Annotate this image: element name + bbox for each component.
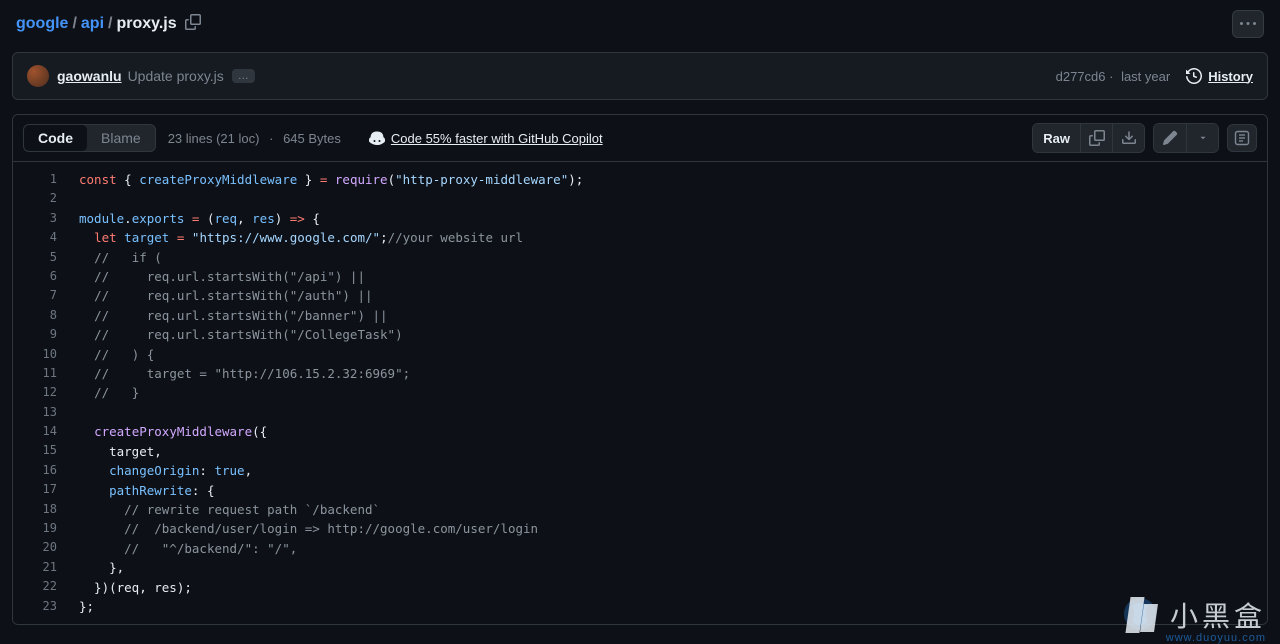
line-number[interactable]: 8	[13, 306, 79, 325]
line-number[interactable]: 11	[13, 364, 79, 383]
commit-sha[interactable]: d277cd6	[1056, 69, 1106, 84]
line-number[interactable]: 3	[13, 209, 79, 228]
code-blame-toggle: Code Blame	[23, 124, 156, 152]
line-number[interactable]: 19	[13, 519, 79, 538]
more-options-button[interactable]	[1232, 10, 1264, 38]
line-number[interactable]: 13	[13, 403, 79, 422]
line-number[interactable]: 9	[13, 325, 79, 344]
history-icon	[1186, 68, 1202, 84]
line-number[interactable]: 15	[13, 441, 79, 460]
breadcrumb-sep: /	[72, 15, 76, 33]
download-icon	[1121, 130, 1137, 146]
line-number[interactable]: 7	[13, 286, 79, 305]
pencil-icon	[1162, 130, 1178, 146]
commit-message[interactable]: Update proxy.js	[128, 68, 224, 84]
line-number[interactable]: 14	[13, 422, 79, 441]
line-number[interactable]: 22	[13, 577, 79, 596]
code-tab[interactable]: Code	[24, 125, 87, 151]
line-number[interactable]: 21	[13, 558, 79, 577]
copy-raw-button[interactable]	[1080, 124, 1112, 152]
edit-toolbar-group	[1153, 123, 1219, 153]
commit-date: last year	[1121, 69, 1170, 84]
breadcrumb-current: proxy.js	[116, 15, 176, 33]
download-button[interactable]	[1112, 124, 1144, 152]
commit-author[interactable]: gaowanlu	[57, 68, 122, 84]
blame-tab[interactable]: Blame	[87, 125, 155, 151]
line-number[interactable]: 16	[13, 461, 79, 480]
line-number[interactable]: 4	[13, 228, 79, 247]
raw-toolbar-group: Raw	[1032, 123, 1145, 153]
line-number[interactable]: 20	[13, 538, 79, 557]
latest-commit-bar: gaowanlu Update proxy.js … d277cd6 · las…	[12, 52, 1268, 100]
history-link[interactable]: History	[1186, 68, 1253, 84]
line-number[interactable]: 23	[13, 597, 79, 616]
code-content[interactable]: const { createProxyMiddleware } = requir…	[79, 162, 583, 624]
breadcrumb-sep: /	[108, 15, 112, 33]
breadcrumb: google / api / proxy.js	[12, 2, 1268, 52]
symbols-icon	[1234, 130, 1250, 146]
avatar[interactable]	[27, 65, 49, 87]
copilot-link[interactable]: Code 55% faster with GitHub Copilot	[369, 130, 603, 146]
line-number[interactable]: 6	[13, 267, 79, 286]
copilot-icon	[369, 130, 385, 146]
symbols-button[interactable]	[1227, 124, 1257, 152]
chevron-down-icon	[1198, 133, 1208, 143]
line-number[interactable]: 2	[13, 189, 79, 208]
breadcrumb-link[interactable]: api	[81, 15, 104, 33]
line-number[interactable]: 17	[13, 480, 79, 499]
copy-path-icon[interactable]	[185, 14, 201, 35]
file-view: Code Blame 23 lines (21 loc) · 645 Bytes…	[12, 114, 1268, 625]
line-number[interactable]: 12	[13, 383, 79, 402]
file-toolbar: Code Blame 23 lines (21 loc) · 645 Bytes…	[13, 115, 1267, 162]
edit-button[interactable]	[1154, 124, 1186, 152]
raw-button[interactable]: Raw	[1033, 124, 1080, 152]
file-info: 23 lines (21 loc) · 645 Bytes	[168, 131, 341, 146]
line-number[interactable]: 1	[13, 170, 79, 189]
edit-dropdown-button[interactable]	[1186, 124, 1218, 152]
line-number[interactable]: 10	[13, 345, 79, 364]
line-number[interactable]: 5	[13, 248, 79, 267]
breadcrumb-link[interactable]: google	[16, 15, 68, 33]
copy-icon	[1089, 130, 1105, 146]
line-number[interactable]: 18	[13, 500, 79, 519]
commit-ellipsis-badge[interactable]: …	[232, 69, 255, 83]
line-number-gutter: 1234567891011121314151617181920212223	[13, 162, 79, 624]
